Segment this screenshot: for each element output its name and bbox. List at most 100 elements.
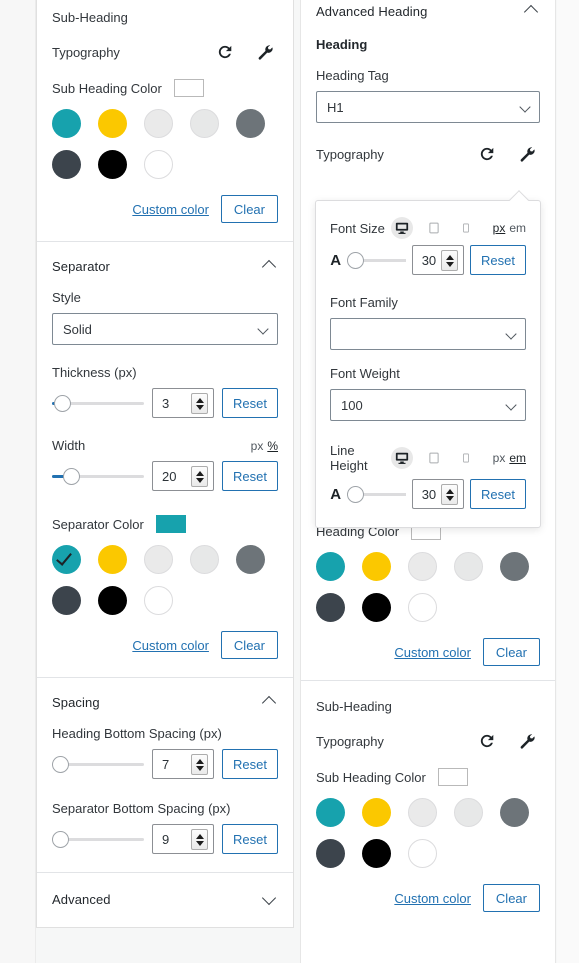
width-slider[interactable] [52,465,145,487]
slider-knob[interactable] [52,831,69,848]
custom-color-link[interactable]: Custom color [394,891,471,906]
color-swatch-white[interactable] [144,150,173,179]
mobile-icon[interactable] [455,217,477,239]
unit-px[interactable]: px [251,439,264,453]
slider-knob[interactable] [54,395,71,412]
thickness-reset-button[interactable]: Reset [222,388,278,418]
tablet-icon[interactable] [423,217,445,239]
sub-heading-color-preview[interactable] [437,768,468,786]
color-swatch-light-gray-2[interactable] [190,109,219,138]
clear-button[interactable]: Clear [482,638,540,666]
color-swatch-dark-slate[interactable] [316,839,345,868]
width-number-input[interactable]: 20 [152,461,215,491]
stepper-icon[interactable] [191,393,209,414]
stepper-icon[interactable] [441,484,459,505]
stepper-icon[interactable] [191,466,209,487]
line-height-reset-button[interactable]: Reset [470,479,526,509]
heading-tag-select[interactable]: H1 [316,91,540,123]
custom-color-link[interactable]: Custom color [132,202,209,217]
unit-percent[interactable]: % [267,439,278,453]
font-size-reset-button[interactable]: Reset [470,245,526,275]
separator-section-header[interactable]: Separator [37,242,293,290]
chevron-up-icon[interactable] [262,258,278,274]
wrench-icon[interactable] [518,732,536,750]
color-swatch-light-gray-2[interactable] [454,798,483,827]
line-height-unit-toggle[interactable]: px em [489,451,526,465]
reset-icon[interactable] [216,43,234,61]
sub-heading-color-preview[interactable] [173,79,204,97]
color-swatch-medium-gray[interactable] [236,109,265,138]
thickness-number-input[interactable]: 3 [152,388,215,418]
color-swatch-medium-gray[interactable] [236,545,265,574]
wrench-icon[interactable] [518,145,536,163]
color-swatch-teal[interactable] [52,109,81,138]
color-swatch-light-gray-1[interactable] [408,798,437,827]
heading-bottom-slider[interactable] [52,753,145,775]
color-swatch-dark-slate[interactable] [52,586,81,615]
reset-icon[interactable] [478,732,496,750]
slider-knob[interactable] [52,756,69,773]
slider-knob[interactable] [347,486,365,503]
desktop-icon[interactable] [390,447,413,469]
slider-knob[interactable] [347,252,365,269]
stepper-icon[interactable] [441,250,459,271]
font-size-slider[interactable] [347,249,406,271]
font-size-unit-toggle[interactable]: px em [489,221,526,235]
separator-bottom-number-input[interactable]: 9 [152,824,215,854]
color-swatch-dark-slate[interactable] [52,150,81,179]
color-swatch-teal[interactable] [52,545,81,574]
color-swatch-light-gray-2[interactable] [454,552,483,581]
separator-color-preview[interactable] [155,515,186,533]
clear-button[interactable]: Clear [220,195,278,223]
separator-style-select[interactable]: Solid [52,313,278,345]
advanced-section-header[interactable]: Advanced [37,873,293,927]
chevron-down-icon[interactable] [262,891,278,907]
unit-px[interactable]: px [493,451,506,465]
color-swatch-medium-gray[interactable] [500,798,529,827]
width-reset-button[interactable]: Reset [222,461,278,491]
color-swatch-light-gray-1[interactable] [408,552,437,581]
color-swatch-white[interactable] [144,586,173,615]
wrench-icon[interactable] [256,43,274,61]
color-swatch-black[interactable] [362,593,391,622]
unit-em[interactable]: em [509,221,526,235]
color-swatch-teal[interactable] [316,798,345,827]
color-swatch-light-gray-1[interactable] [144,545,173,574]
color-swatch-black[interactable] [98,586,127,615]
line-height-number-input[interactable]: 30 [411,479,465,509]
advanced-heading-section-header[interactable]: Advanced Heading [301,0,555,29]
spacing-section-header[interactable]: Spacing [37,678,293,726]
color-swatch-black[interactable] [362,839,391,868]
color-swatch-dark-slate[interactable] [316,593,345,622]
color-swatch-medium-gray[interactable] [500,552,529,581]
color-swatch-white[interactable] [408,839,437,868]
font-size-number-input[interactable]: 30 [411,245,465,275]
clear-button[interactable]: Clear [482,884,540,912]
line-height-slider[interactable] [347,483,406,505]
color-swatch-gold[interactable] [98,109,127,138]
color-swatch-white[interactable] [408,593,437,622]
custom-color-link[interactable]: Custom color [394,645,471,660]
color-swatch-gold[interactable] [362,798,391,827]
stepper-icon[interactable] [191,829,209,850]
separator-bottom-reset-button[interactable]: Reset [222,824,278,854]
chevron-up-icon[interactable] [524,3,540,19]
color-swatch-gold[interactable] [362,552,391,581]
heading-bottom-reset-button[interactable]: Reset [222,749,278,779]
desktop-icon[interactable] [390,217,413,239]
color-swatch-light-gray-1[interactable] [144,109,173,138]
font-weight-select[interactable]: 100 [330,389,526,421]
color-swatch-light-gray-2[interactable] [190,545,219,574]
width-unit-toggle[interactable]: px% [247,439,278,453]
custom-color-link[interactable]: Custom color [132,638,209,653]
chevron-up-icon[interactable] [262,694,278,710]
slider-knob[interactable] [63,468,80,485]
color-swatch-black[interactable] [98,150,127,179]
heading-bottom-number-input[interactable]: 7 [152,749,215,779]
separator-bottom-slider[interactable] [52,828,145,850]
stepper-icon[interactable] [191,754,209,775]
unit-px[interactable]: px [493,221,506,235]
unit-em[interactable]: em [509,451,526,465]
reset-icon[interactable] [478,145,496,163]
color-swatch-gold[interactable] [98,545,127,574]
